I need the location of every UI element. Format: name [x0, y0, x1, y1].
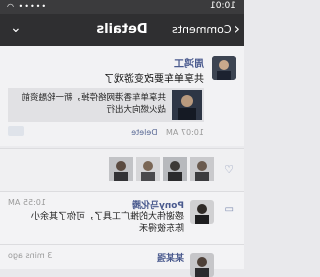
avatar[interactable] [136, 157, 160, 181]
link-title-line1: 共享单车香港网络停掉，新一轮融资前 [21, 93, 166, 103]
link-title-line2: 战火燃向大出行 [106, 105, 166, 115]
page-title: Details [96, 22, 148, 37]
status-time: 10:01 [210, 1, 236, 11]
avatar[interactable] [163, 157, 187, 181]
post-author[interactable]: 周鸿工 [174, 55, 204, 70]
status-bar: 10:01 ••••• ◠ [0, 0, 244, 14]
post-meta: 10:07 AM Delete [131, 128, 204, 137]
navigation-bar: ‹ Comments Details ⌄ [0, 14, 244, 46]
avatar[interactable] [190, 253, 214, 277]
heart-icon: ♡ [224, 163, 234, 176]
comment-author[interactable]: 某某强 [157, 251, 184, 264]
comment-time: 10:55 AM [8, 198, 46, 207]
avatar[interactable] [190, 157, 214, 181]
comment-text-line2: 陈东彼得禾 [138, 224, 184, 234]
delete-button[interactable]: Delete [131, 128, 157, 137]
comment-item: 某某强 3 mins ago [0, 244, 244, 277]
comment-author[interactable]: Pony马化腾 [132, 198, 184, 211]
avatar[interactable] [212, 56, 236, 80]
post-time: 10:07 AM [166, 128, 204, 137]
comment-icon: ▭ [224, 204, 234, 215]
avatar[interactable] [190, 200, 214, 224]
comment-time: 3 mins ago [8, 251, 53, 260]
comment-action-icon[interactable] [8, 126, 24, 136]
comment-text: 感谢伟大的推广工具了，可你了其余小 陈东彼得禾 [31, 211, 184, 235]
mirrored-screen: 10:01 ••••• ◠ ‹ Comments Details ⌄ 周鸿工 共… [0, 0, 244, 277]
shared-link-card[interactable]: 共享单车香港网络停掉，新一轮融资前 战火燃向大出行 [8, 88, 204, 122]
post-text: 共享单车要改变游戏了 [104, 74, 204, 85]
link-title: 共享单车香港网络停掉，新一轮融资前 战火燃向大出行 [21, 92, 166, 116]
moment-post: 周鸿工 共享单车要改变游戏了 共享单车香港网络停掉，新一轮融资前 战火燃向大出行… [0, 46, 244, 146]
signal-icon: ••••• ◠ [6, 2, 47, 11]
avatar[interactable] [109, 157, 133, 181]
comment-item: ▭ Pony马化腾 10:55 AM 感谢伟大的推广工具了，可你了其余小 陈东彼… [0, 191, 244, 244]
link-thumbnail [172, 90, 202, 120]
more-icon[interactable]: ⌄ [10, 20, 22, 36]
comment-text-line1: 感谢伟大的推广工具了，可你了其余小 [30, 212, 184, 222]
likes-section: ♡ [0, 148, 244, 191]
